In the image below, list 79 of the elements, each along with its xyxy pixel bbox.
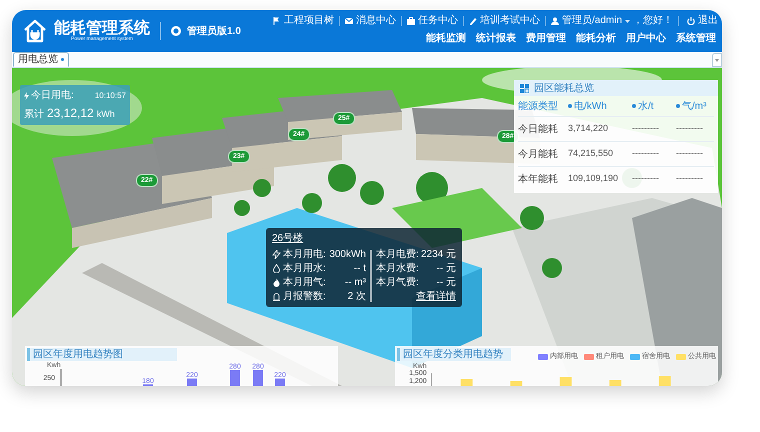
nav-item[interactable]: 能耗监测 [426,31,466,46]
table-cell-text: 109,109,190 [568,172,620,186]
popup-title: 26号楼 [272,232,304,246]
grid-icon [520,84,529,92]
greeting-text: ，您好！ [633,16,673,26]
column-header: 水/t [632,98,676,114]
clock-time: 10:10:57 [94,90,126,102]
nav-item[interactable]: 统计报表 [476,31,516,46]
stat-value: -- 元 [436,276,456,290]
stat-label: 本月用水: [283,262,326,276]
tab-dropdown-button[interactable] [712,53,722,67]
lightning-icon [272,250,281,259]
pencil-icon [468,17,477,25]
caret-icon [625,20,630,22]
user-menu[interactable]: 管理员/admin [550,16,630,26]
bar [187,378,197,386]
drop-icon [272,264,281,273]
row-label: 本年能耗 [518,172,559,186]
tab[interactable]: 用电总览 [13,52,69,67]
total-unit: kWh [96,108,115,121]
chart-title: 园区年度分类用电趋势 [403,348,503,362]
stat-label: 本月电费: [376,248,419,262]
table-cell-text: 3,714,220 [568,122,610,136]
briefcase-icon [406,17,415,25]
flag-icon [272,17,281,25]
bar [230,370,240,386]
table-cell-text: --------- [632,147,660,160]
today-usage-label: 今日用电: [31,88,74,103]
stat-label: 本月气费: [376,276,419,290]
header-link[interactable]: 工程项目树 [272,16,334,26]
nav-item[interactable]: 系统管理 [676,31,716,46]
flame-icon [272,278,281,287]
caret-icon [715,58,719,62]
overview-title: 园区能耗总览 [534,82,594,96]
stat-value: 2 次 [348,290,366,304]
stat-label: 本月水费: [376,262,419,276]
total-label: 累计 [24,108,44,122]
header-link[interactable]: 培训考试中心 [468,16,540,26]
stat-value: -- 元 [436,262,456,276]
table-cell-text: --------- [632,172,660,186]
dot-icon [61,58,64,61]
table-cell-text: --------- [676,147,704,160]
house-plug-icon [22,18,48,44]
stat-label: 本月用气: [283,276,326,290]
version-label: 管理员版1.0 [187,24,241,38]
stat-value: 300kWh [329,248,366,262]
column-header: 电/kWh [568,98,632,114]
row-label: 今日能耗 [518,122,559,136]
lightning-icon [24,92,29,100]
bar [275,378,285,386]
envelope-icon [344,17,353,25]
chart-title: 园区年度用电趋势图 [33,348,123,362]
y-axis [60,368,62,386]
column-header: 气/m³ [676,98,714,114]
person-icon [550,17,559,25]
alarm-icon [272,292,281,301]
stat-value: -- m³ [344,276,366,290]
nav-item[interactable]: 能耗分析 [576,31,616,46]
stat-value: -- t [354,262,366,276]
table-cell-text: --------- [632,122,660,136]
table-cell-text: 74,215,550 [568,147,614,160]
version-icon [171,26,181,36]
total-value: 23,12,12 [47,105,94,122]
column-header: 能源类型 [518,100,559,114]
app-title: 能耗管理系统 [54,20,150,36]
header-link[interactable]: 任务中心 [406,16,458,26]
stat-value: 2234 元 [420,248,456,262]
nav-item[interactable]: 费用管理 [526,31,566,46]
logout-link[interactable]: 退出 [678,16,718,26]
details-link[interactable]: 查看详情 [416,289,456,304]
row-label: 今月能耗 [518,148,559,162]
stat-label: 月报警数: [283,290,326,304]
power-icon [687,17,695,25]
table-cell-text: --------- [676,122,704,136]
table-cell-text: --------- [676,172,704,186]
stat-label: 本月用电: [283,248,326,262]
nav-item[interactable]: 用户中心 [626,31,666,46]
header-link[interactable]: 消息中心 [344,16,396,26]
bar [253,370,263,386]
